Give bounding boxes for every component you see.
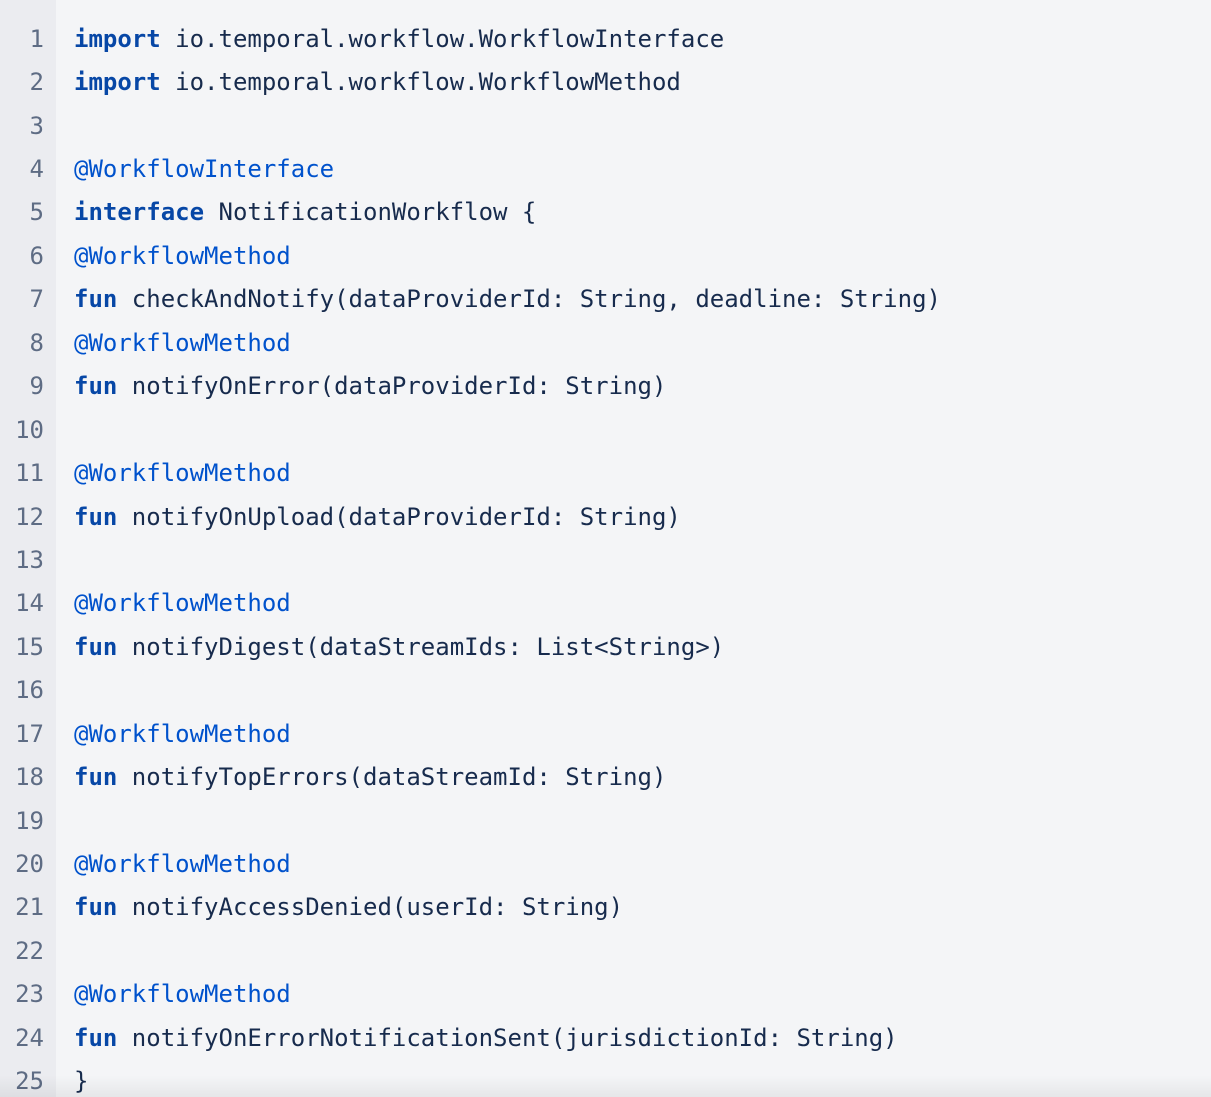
code-line: 2 import io.temporal.workflow.WorkflowMet… [0,60,1211,103]
code-line: 14 @WorkflowMethod [0,582,1211,625]
code-content: @WorkflowMethod [44,980,291,1008]
code-line: 1 import io.temporal.workflow.WorkflowInt… [0,17,1211,60]
code-line: 6 @WorkflowMethod [0,234,1211,277]
code-line: 22 [0,929,1211,972]
code-line: 24 fun notifyOnErrorNotificationSent(juri… [0,1016,1211,1059]
keyword-token: import [74,24,161,53]
annotation-token: @WorkflowMethod [74,850,291,879]
code-text: notifyTopErrors(dataStreamId: String) [117,763,667,792]
line-number: 17 [15,719,44,748]
line-number: 1 [29,24,44,53]
code-content: @WorkflowMethod [44,720,291,748]
line-number: 12 [15,502,44,531]
line-number: 23 [15,980,44,1009]
code-content: fun notifyOnError(dataProviderId: String… [44,372,666,400]
code-content: @WorkflowMethod [44,459,291,487]
line-number: 20 [15,850,44,879]
keyword-token: interface [74,198,205,227]
code-content: @WorkflowMethod [44,242,291,270]
keyword-token: fun [74,893,118,922]
code-content: fun notifyDigest(dataStreamIds: List<Str… [44,633,724,661]
line-number: 5 [29,198,44,227]
code-line: 21 fun notifyAccessDenied(userId: String) [0,886,1211,929]
code-content: @WorkflowMethod [44,329,291,357]
code-text: io.temporal.workflow.WorkflowMethod [160,68,681,97]
code-text: notifyOnErrorNotificationSent(jurisdicti… [117,1023,898,1052]
code-line: 15 fun notifyDigest(dataStreamIds: List<S… [0,625,1211,668]
code-content: fun checkAndNotify(dataProviderId: Strin… [44,285,941,313]
code-content: fun notifyOnUpload(dataProviderId: Strin… [44,503,681,531]
line-number: 18 [15,763,44,792]
code-text: notifyOnUpload(dataProviderId: String) [117,502,681,531]
annotation-token: @WorkflowInterface [74,155,335,184]
code-text: NotificationWorkflow { [204,198,537,227]
code-content: fun notifyOnErrorNotificationSent(jurisd… [44,1024,898,1052]
code-content: fun notifyTopErrors(dataStreamId: String… [44,763,666,791]
code-block: 1 import io.temporal.workflow.WorkflowInt… [0,0,1211,1097]
annotation-token: @WorkflowMethod [74,241,291,270]
keyword-token: fun [74,285,118,314]
line-number: 21 [15,893,44,922]
code-content: @WorkflowInterface [44,155,334,183]
code-text: notifyAccessDenied(userId: String) [117,893,624,922]
line-number: 2 [29,68,44,97]
annotation-token: @WorkflowMethod [74,980,291,1009]
code-text: notifyDigest(dataStreamIds: List<String>… [117,632,725,661]
code-line: 13 [0,538,1211,581]
keyword-token: fun [74,763,118,792]
code-text: notifyOnError(dataProviderId: String) [117,372,667,401]
code-lines: 1 import io.temporal.workflow.WorkflowInt… [0,17,1211,1097]
code-line: 23 @WorkflowMethod [0,973,1211,1016]
code-line: 10 [0,408,1211,451]
annotation-token: @WorkflowMethod [74,589,291,618]
line-number: 24 [15,1023,44,1052]
code-content: @WorkflowMethod [44,850,291,878]
line-number: 8 [29,328,44,357]
line-number: 3 [29,111,44,140]
code-line: 20 @WorkflowMethod [0,842,1211,885]
line-number: 16 [15,676,44,705]
line-number: 10 [15,415,44,444]
keyword-token: import [74,68,161,97]
code-content: interface NotificationWorkflow { [44,198,536,226]
keyword-token: fun [74,632,118,661]
line-number: 11 [15,459,44,488]
code-content: fun notifyAccessDenied(userId: String) [44,893,623,921]
line-number: 9 [29,372,44,401]
keyword-token: fun [74,502,118,531]
line-number: 14 [15,589,44,618]
code-line: 16 [0,669,1211,712]
code-line: 3 [0,104,1211,147]
code-line: 9 fun notifyOnError(dataProviderId: Strin… [0,365,1211,408]
annotation-token: @WorkflowMethod [74,328,291,357]
annotation-token: @WorkflowMethod [74,459,291,488]
line-number: 22 [15,936,44,965]
code-line: 12 fun notifyOnUpload(dataProviderId: Str… [0,495,1211,538]
code-line: 19 [0,799,1211,842]
line-number: 19 [15,806,44,835]
code-content: import io.temporal.workflow.WorkflowInte… [44,25,724,53]
code-line: 17 @WorkflowMethod [0,712,1211,755]
keyword-token: fun [74,372,118,401]
code-line: 5 interface NotificationWorkflow { [0,191,1211,234]
line-number: 15 [15,632,44,661]
code-line: 4 @WorkflowInterface [0,147,1211,190]
code-content: @WorkflowMethod [44,589,291,617]
code-line: 11 @WorkflowMethod [0,451,1211,494]
code-line: 7 fun checkAndNotify(dataProviderId: Stri… [0,278,1211,321]
code-line: 18 fun notifyTopErrors(dataStreamId: Stri… [0,755,1211,798]
code-text: io.temporal.workflow.WorkflowInterface [160,24,725,53]
code-line: 8 @WorkflowMethod [0,321,1211,364]
line-number: 7 [29,285,44,314]
line-number: 13 [15,545,44,574]
bottom-fade [0,1075,1211,1097]
line-number: 4 [29,155,44,184]
annotation-token: @WorkflowMethod [74,719,291,748]
keyword-token: fun [74,1023,118,1052]
code-content: import io.temporal.workflow.WorkflowMeth… [44,68,681,96]
code-text: checkAndNotify(dataProviderId: String, d… [117,285,941,314]
line-number: 6 [29,241,44,270]
